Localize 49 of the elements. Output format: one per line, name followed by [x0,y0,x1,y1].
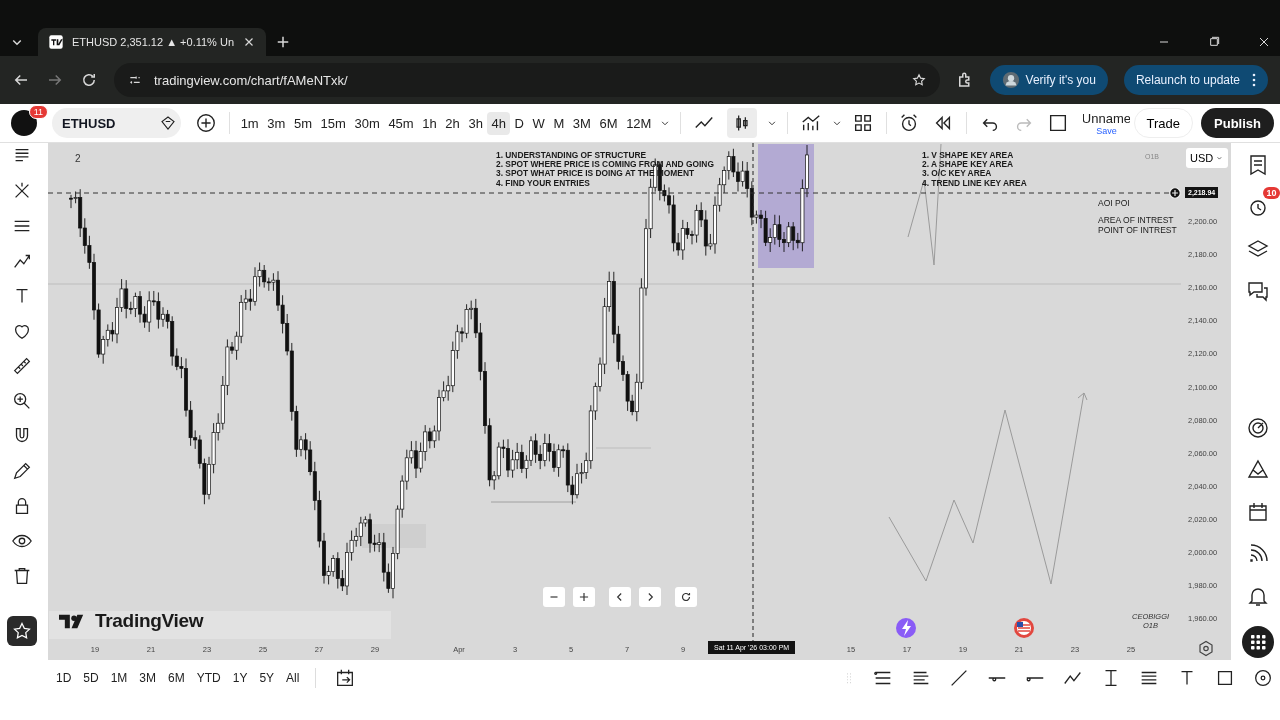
note-text: 2. A SHAPE KEY AREA [922,160,1015,170]
interval-button[interactable]: 5m [289,111,317,135]
zone-note: POINT OF INTREST [1098,225,1177,235]
interval-button[interactable]: 1m [236,111,263,135]
interval-button[interactable]: D [510,111,529,135]
interval-button[interactable]: 2h [441,111,465,135]
address-bar[interactable]: tradingview.com/chart/fAMeNTxk/ [114,63,940,97]
notification-badge: 11 [28,105,48,119]
interval-button[interactable]: 15m [316,111,351,135]
publish-button[interactable]: Publish [1201,108,1274,138]
interval-button[interactable]: M [549,111,569,135]
range-button[interactable]: YTD [192,668,225,688]
save-link[interactable]: Save [1096,125,1117,136]
range-button[interactable]: 1Y [228,668,252,688]
interval-button[interactable]: 3h [464,111,488,135]
zone-note: AREA OF INTREST [1098,216,1175,226]
interval-button[interactable]: 45m [384,111,418,135]
range-button[interactable]: 5Y [255,668,279,688]
layout-name[interactable]: Unname [1083,110,1130,126]
pane-number: 2 [75,153,81,164]
note-text: 1. V SHAPE KEY AREA [922,151,1015,161]
verify-button[interactable]: Verify it's you [989,65,1108,95]
browser-tab[interactable]: ETHUSD 2,351.12 ▲ +0.11% Un [38,28,266,56]
note-text: 4. TREND LINE KEY AREA [922,178,1027,188]
range-button[interactable]: 3M [135,668,161,688]
interval-button[interactable]: 3M [568,111,596,135]
range-button[interactable]: 6M [164,668,189,688]
trade-button[interactable]: Trade [1133,108,1194,138]
interval-button[interactable]: 12M [621,111,656,135]
symbol-search[interactable]: ETHUSD [52,108,156,138]
interval-button[interactable]: 6M [595,111,622,135]
zone-label: AOI POI [1098,198,1130,208]
interval-button[interactable]: W [528,111,550,135]
interval-button[interactable]: 3m [263,111,290,135]
note-text: 4. FIND YOUR ENTRIES [496,178,591,188]
alerts-badge: 10 [1263,187,1280,199]
interval-button[interactable]: 30m [350,111,385,135]
note-text: 3. O/C KEY AREA [922,169,993,179]
range-button[interactable]: 1D [52,668,76,688]
interval-button[interactable]: 1h [418,111,442,135]
range-button[interactable]: All [282,668,304,688]
note-text: 1. UNDERSTANDING OF STRUCTURE [496,151,648,161]
url-text: tradingview.com/chart/fAMeNTxk/ [154,72,348,88]
range-button[interactable]: 5D [79,668,103,688]
range-button[interactable]: 1M [106,668,132,688]
logo-text: TradingView [95,610,204,632]
relaunch-button[interactable]: Relaunch to update [1123,65,1268,95]
currency-button[interactable]: USD [1186,148,1228,168]
interval-button[interactable]: 4h [487,111,511,135]
